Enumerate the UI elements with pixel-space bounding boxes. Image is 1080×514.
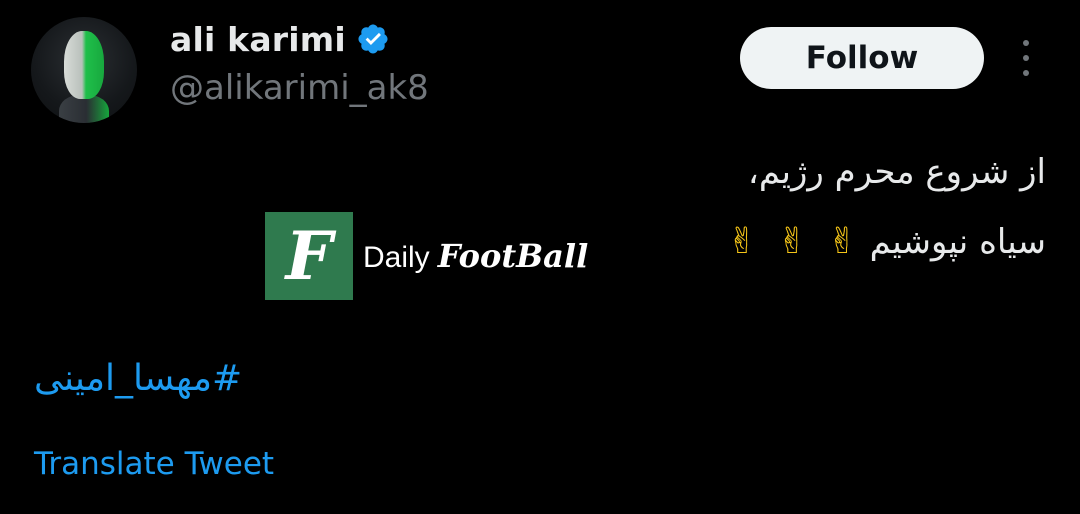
verified-badge-icon [358, 24, 388, 54]
more-dot [1023, 70, 1029, 76]
victory-hand-icon: ✌ [827, 221, 858, 262]
watermark-football: FootBall [437, 237, 589, 275]
avatar[interactable] [31, 17, 137, 123]
victory-hand-icon: ✌ [727, 221, 758, 262]
translate-tweet-link[interactable]: Translate Tweet [34, 446, 274, 482]
more-vertical-icon[interactable] [1014, 40, 1038, 76]
more-dot [1023, 40, 1029, 46]
daily-football-watermark: F Daily FootBall [265, 212, 588, 300]
watermark-logo: F [265, 212, 353, 300]
hashtag-link[interactable]: #مهسا_امینی [34, 358, 242, 399]
user-handle[interactable]: @alikarimi_ak8 [170, 68, 429, 108]
victory-hand-icon: ✌ [777, 221, 808, 262]
tweet-text-line-2-text: سیاه نپوشیم [869, 222, 1046, 262]
author-name-row[interactable]: ali karimi [170, 18, 390, 60]
display-name[interactable]: ali karimi [170, 20, 346, 59]
avatar-face [64, 31, 104, 99]
watermark-text: Daily FootBall [363, 237, 588, 275]
emoji-group: ✌ ✌ ✌ [727, 224, 858, 260]
tweet-text-line-2: سیاه نپوشیم ✌ ✌ ✌ [727, 222, 1046, 262]
more-dot [1023, 55, 1029, 61]
watermark-daily: Daily [363, 241, 430, 274]
tweet-text-line-1: از شروع محرم رژیم، [747, 152, 1046, 192]
follow-button[interactable]: Follow [740, 27, 984, 89]
avatar-shoulders [59, 95, 109, 123]
